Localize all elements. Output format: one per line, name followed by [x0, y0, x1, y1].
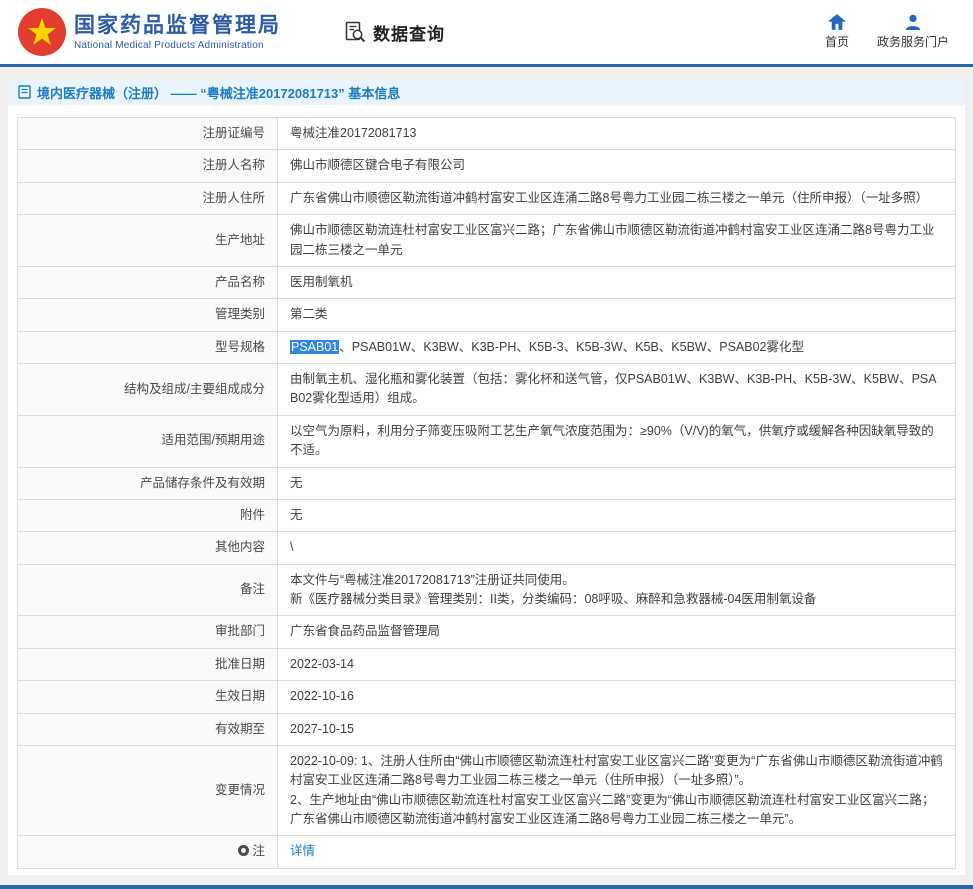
- row-value: 粤械注准20172081713: [278, 118, 956, 150]
- main-content: 境内医疗器械（注册） —— “粤械注准20172081713” 基本信息 注册证…: [0, 79, 973, 875]
- row-label: 型号规格: [18, 331, 278, 363]
- national-emblem-icon: [25, 15, 59, 49]
- row-value: 医用制氧机: [278, 266, 956, 298]
- table-row: 附件无: [18, 499, 956, 531]
- table-row: 型号规格PSAB01、PSAB01W、K3BW、K3B-PH、K5B-3、K5B…: [18, 331, 956, 363]
- row-label: 管理类别: [18, 299, 278, 331]
- table-row: 管理类别第二类: [18, 299, 956, 331]
- detail-link[interactable]: 详情: [290, 844, 315, 858]
- brand: 国家药品监督管理局 National Medical Products Admi…: [18, 8, 281, 56]
- table-row: 生效日期2022-10-16: [18, 681, 956, 713]
- top-nav: 首页 政务服务门户: [825, 14, 949, 50]
- row-value: 详情: [278, 836, 956, 868]
- selected-text-highlight: PSAB01: [290, 340, 339, 354]
- table-row: 备注本文件与“粤械注准20172081713”注册证共同使用。 新《医疗器械分类…: [18, 564, 956, 616]
- nav-home-label: 首页: [825, 33, 849, 50]
- row-value: 2022-03-14: [278, 648, 956, 680]
- nav-home[interactable]: 首页: [825, 14, 849, 50]
- row-value: 2022-10-09: 1、注册人住所由“佛山市顺德区勒流连杜村富安工业区富兴二…: [278, 745, 956, 836]
- row-value: 由制氧主机、湿化瓶和雾化装置（包括：雾化杯和送气管，仅PSAB01W、K3BW、…: [278, 364, 956, 416]
- brand-text: 国家药品监督管理局 National Medical Products Admi…: [74, 13, 281, 50]
- table-row: 其他内容\: [18, 532, 956, 564]
- registration-info-table: 注册证编号粤械注准20172081713注册人名称佛山市顺德区键合电子有限公司注…: [17, 117, 956, 869]
- table-row: 注册人名称佛山市顺德区键合电子有限公司: [18, 150, 956, 182]
- table-row: 变更情况2022-10-09: 1、注册人住所由“佛山市顺德区勒流连杜村富安工业…: [18, 745, 956, 836]
- home-icon: [828, 14, 846, 30]
- row-value: 广东省食品药品监督管理局: [278, 616, 956, 648]
- row-value: 第二类: [278, 299, 956, 331]
- header-divider: [0, 64, 973, 67]
- row-value: 广东省佛山市顺德区勒流街道冲鹤村富安工业区连涌二路8号粤力工业园二栋三楼之一单元…: [278, 182, 956, 214]
- table-row: 有效期至2027-10-15: [18, 713, 956, 745]
- row-value: 2022-10-16: [278, 681, 956, 713]
- nav-portal[interactable]: 政务服务门户: [877, 14, 949, 50]
- footer-divider: [0, 885, 973, 889]
- nmpa-emblem-logo: [18, 8, 66, 56]
- table-row: 结构及组成/主要组成成分由制氧主机、湿化瓶和雾化装置（包括：雾化杯和送气管，仅P…: [18, 364, 956, 416]
- row-value: \: [278, 532, 956, 564]
- row-label: 注册证编号: [18, 118, 278, 150]
- row-label: 生产地址: [18, 215, 278, 267]
- org-name-cn: 国家药品监督管理局: [74, 13, 281, 39]
- row-label: 变更情况: [18, 745, 278, 836]
- row-label: 注册人住所: [18, 182, 278, 214]
- document-icon: [18, 85, 31, 99]
- table-row: 生产地址佛山市顺德区勒流连杜村富安工业区富兴二路；广东省佛山市顺德区勒流街道冲鹤…: [18, 215, 956, 267]
- row-value: 佛山市顺德区勒流连杜村富安工业区富兴二路；广东省佛山市顺德区勒流街道冲鹤村富安工…: [278, 215, 956, 267]
- page-title-bar: 境内医疗器械（注册） —— “粤械注准20172081713” 基本信息: [8, 79, 965, 105]
- row-label: 审批部门: [18, 616, 278, 648]
- data-query-icon: [343, 20, 367, 44]
- table-row: 注详情: [18, 836, 956, 868]
- row-value: 无: [278, 467, 956, 499]
- note-icon: [238, 845, 249, 856]
- row-label: 备注: [18, 564, 278, 616]
- row-label: 附件: [18, 499, 278, 531]
- page-title: 境内医疗器械（注册） —— “粤械注准20172081713” 基本信息: [37, 83, 400, 102]
- table-row: 产品储存条件及有效期无: [18, 467, 956, 499]
- row-label: 结构及组成/主要组成成分: [18, 364, 278, 416]
- row-label: 生效日期: [18, 681, 278, 713]
- table-row: 审批部门广东省食品药品监督管理局: [18, 616, 956, 648]
- row-value: 佛山市顺德区键合电子有限公司: [278, 150, 956, 182]
- row-label: 注: [18, 836, 278, 868]
- org-name-en: National Medical Products Administration: [74, 40, 281, 51]
- section-title: 数据查询: [373, 20, 445, 45]
- site-header: 国家药品监督管理局 National Medical Products Admi…: [0, 0, 973, 64]
- row-value: 本文件与“粤械注准20172081713”注册证共同使用。 新《医疗器械分类目录…: [278, 564, 956, 616]
- row-label: 注册人名称: [18, 150, 278, 182]
- row-label: 有效期至: [18, 713, 278, 745]
- row-label: 批准日期: [18, 648, 278, 680]
- content-panel: 境内医疗器械（注册） —— “粤械注准20172081713” 基本信息 注册证…: [8, 79, 965, 875]
- row-label: 其他内容: [18, 532, 278, 564]
- row-value: 2027-10-15: [278, 713, 956, 745]
- row-value: 无: [278, 499, 956, 531]
- table-row: 注册证编号粤械注准20172081713: [18, 118, 956, 150]
- person-icon: [905, 14, 921, 30]
- section-title-block: 数据查询: [343, 20, 445, 45]
- table-row: 批准日期2022-03-14: [18, 648, 956, 680]
- nav-portal-label: 政务服务门户: [877, 33, 949, 50]
- row-label: 适用范围/预期用途: [18, 415, 278, 467]
- row-label: 产品储存条件及有效期: [18, 467, 278, 499]
- table-row: 适用范围/预期用途以空气为原料，利用分子筛变压吸附工艺生产氧气浓度范围为：≥90…: [18, 415, 956, 467]
- row-value: 以空气为原料，利用分子筛变压吸附工艺生产氧气浓度范围为：≥90%（V/V)的氧气…: [278, 415, 956, 467]
- row-value: PSAB01、PSAB01W、K3BW、K3B-PH、K5B-3、K5B-3W、…: [278, 331, 956, 363]
- row-label: 产品名称: [18, 266, 278, 298]
- table-row: 产品名称医用制氧机: [18, 266, 956, 298]
- table-row: 注册人住所广东省佛山市顺德区勒流街道冲鹤村富安工业区连涌二路8号粤力工业园二栋三…: [18, 182, 956, 214]
